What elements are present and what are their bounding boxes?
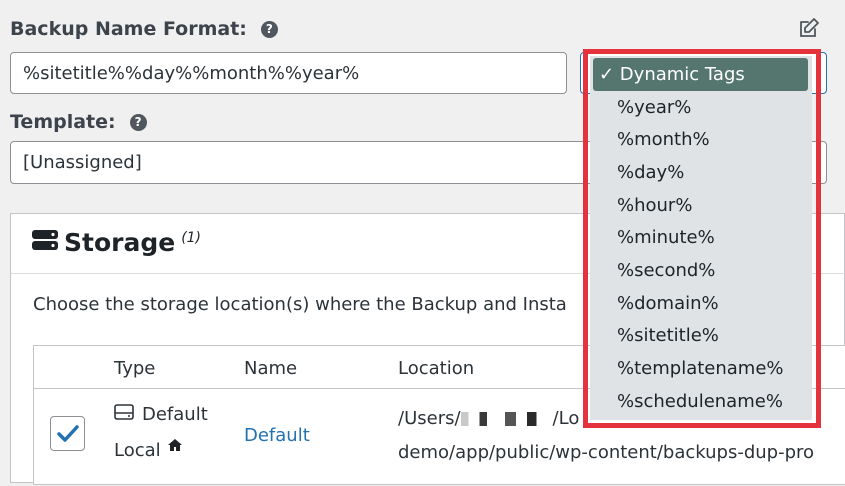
template-label: Template: ? bbox=[10, 111, 147, 133]
location-path-start: /Users/ bbox=[398, 408, 461, 429]
storage-count: (1) bbox=[181, 229, 202, 246]
type-local-text: Local bbox=[114, 440, 161, 461]
backup-name-label: Backup Name Format: ? bbox=[10, 18, 278, 40]
backup-name-label-text: Backup Name Format: bbox=[10, 18, 247, 40]
redacted-block bbox=[460, 412, 553, 426]
location-path-end: /Lo bbox=[552, 408, 580, 429]
type-line1: Default bbox=[114, 404, 208, 425]
storage-name-link[interactable]: Default bbox=[244, 425, 310, 446]
type-line2: Local bbox=[114, 439, 183, 461]
template-label-text: Template: bbox=[10, 111, 116, 133]
location-line1: /Users/ /Lo bbox=[398, 408, 579, 429]
column-header-type: Type bbox=[114, 358, 156, 379]
storage-heading: Storage (1) bbox=[32, 228, 201, 257]
storage-title: Storage bbox=[64, 228, 176, 257]
help-icon[interactable]: ? bbox=[260, 20, 278, 38]
edit-icon[interactable] bbox=[797, 16, 821, 40]
help-icon[interactable]: ? bbox=[129, 113, 147, 131]
column-header-location: Location bbox=[398, 358, 475, 379]
home-icon bbox=[167, 436, 183, 457]
column-header-name: Name bbox=[244, 358, 298, 379]
drive-icon bbox=[114, 404, 134, 425]
storage-description: Choose the storage location(s) where the… bbox=[33, 294, 567, 315]
type-default-text: Default bbox=[142, 404, 208, 425]
database-icon bbox=[32, 228, 58, 257]
highlight-outline bbox=[583, 49, 821, 428]
checkmark-icon bbox=[56, 424, 79, 442]
location-line2: demo/app/public/wp-content/backups-dup-p… bbox=[398, 442, 815, 463]
storage-checkbox[interactable] bbox=[50, 416, 85, 451]
backup-name-input[interactable]: %sitetitle%%day%%month%%year% bbox=[10, 52, 567, 94]
